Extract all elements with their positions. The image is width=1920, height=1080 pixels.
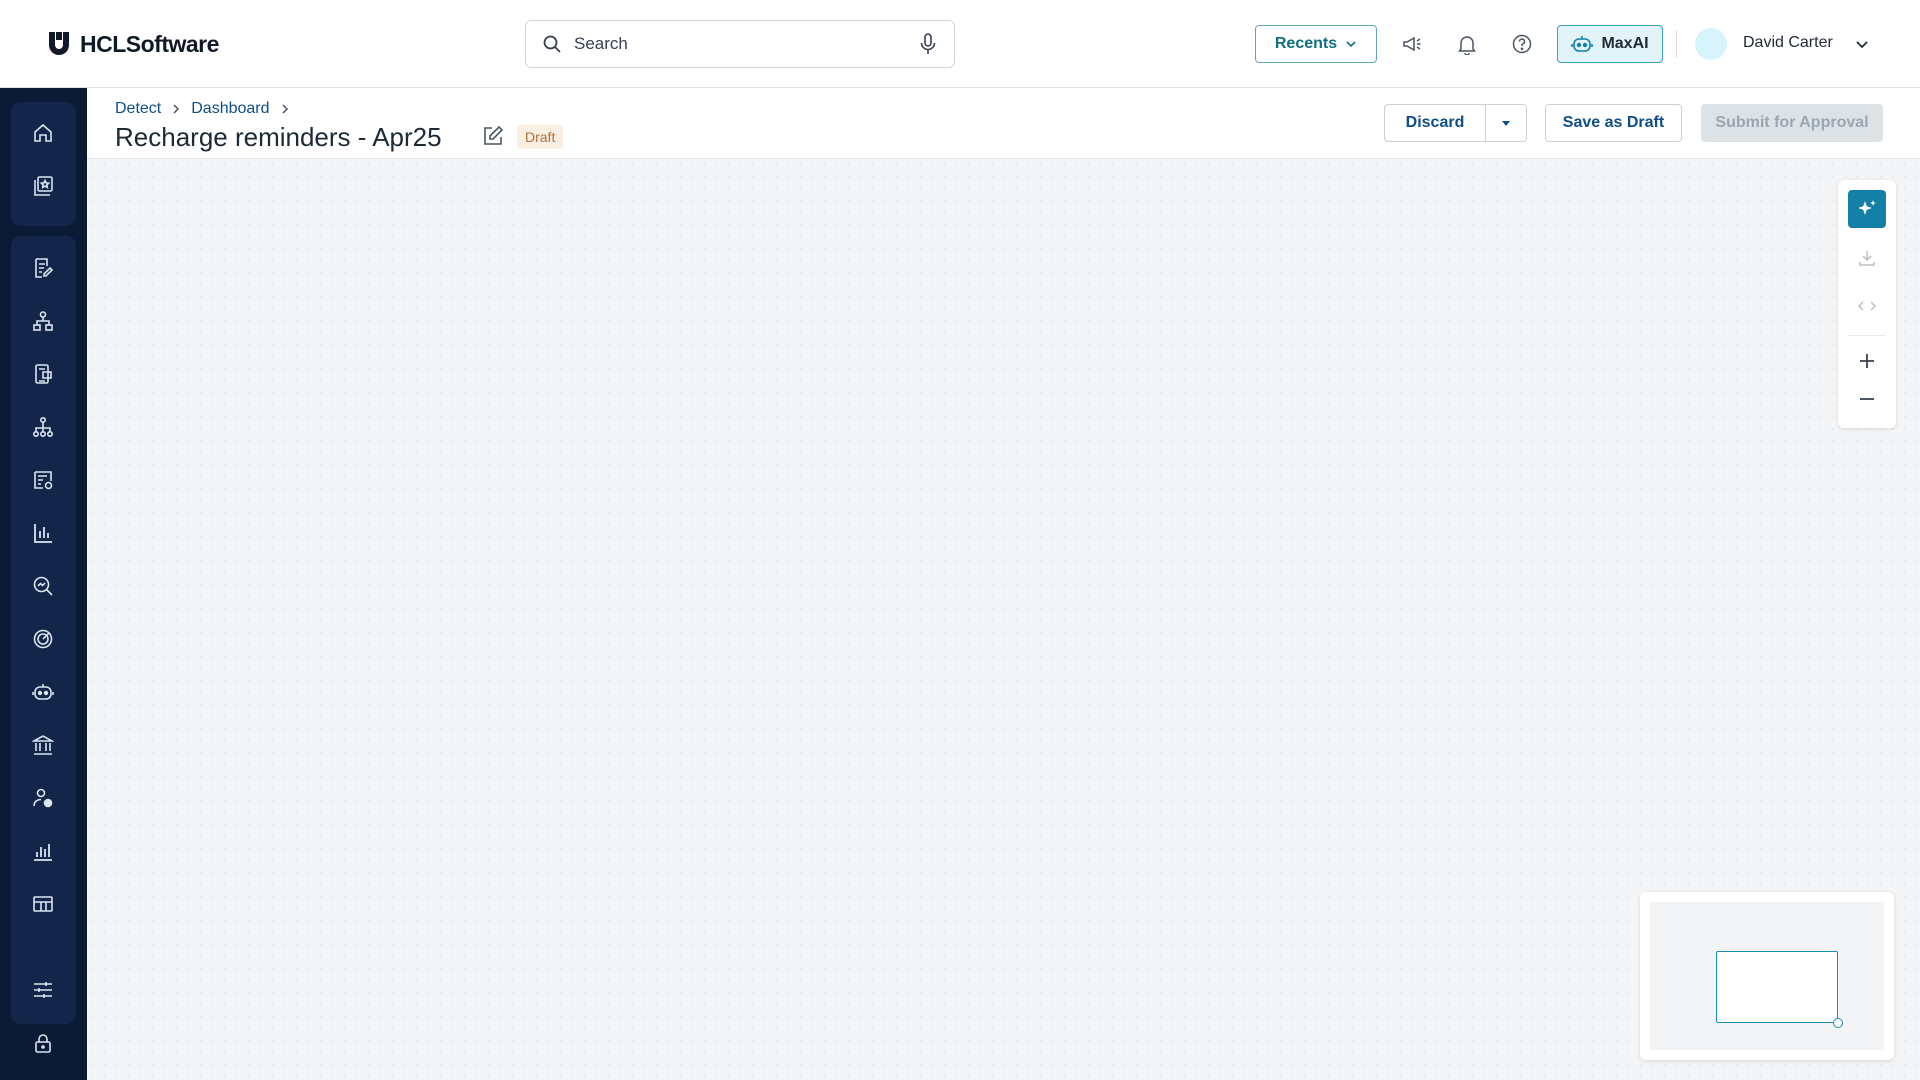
sidebar-item-home[interactable] (22, 112, 64, 154)
sidebar-item-ai[interactable] (22, 671, 64, 713)
zoom-out-button[interactable] (1848, 380, 1886, 418)
status-badge: Draft (517, 125, 564, 149)
hierarchy-icon (32, 310, 54, 332)
sidebar-item-analytics[interactable] (22, 830, 64, 872)
chevron-right-icon (278, 102, 292, 116)
breadcrumb-detect[interactable]: Detect (115, 100, 161, 118)
minimap-area (1650, 902, 1884, 1050)
maxai-button[interactable]: MaxAI (1557, 25, 1663, 63)
hcl-logo[interactable]: HCLSoftware (46, 28, 219, 60)
help-icon[interactable] (1507, 29, 1537, 59)
chevron-down-icon (1345, 38, 1357, 50)
code-view-button[interactable] (1848, 287, 1886, 325)
avatar[interactable] (1695, 28, 1727, 60)
sidebar-item-security[interactable] (22, 1022, 64, 1064)
star-document-icon (32, 175, 54, 197)
document-copy-icon (32, 363, 54, 385)
search-icon (540, 32, 564, 56)
recents-dropdown[interactable]: Recents (1255, 25, 1377, 63)
settings-list-icon (32, 469, 54, 491)
announcement-icon[interactable] (1397, 29, 1427, 59)
header-divider (1676, 30, 1677, 58)
save-as-draft-button[interactable]: Save as Draft (1545, 104, 1682, 142)
sidebar-item-targets[interactable] (22, 618, 64, 660)
plus-icon (1858, 352, 1876, 370)
sidebar-item-insights[interactable] (22, 565, 64, 607)
canvas-minimap[interactable] (1640, 892, 1894, 1060)
sidebar-item-documents[interactable] (22, 353, 64, 395)
org-tree-icon (32, 416, 54, 438)
sparkle-icon (1856, 198, 1878, 220)
top-header: HCLSoftware Recents (0, 0, 1920, 88)
page-title: Recharge reminders - Apr25 (115, 122, 442, 152)
discard-button[interactable]: Discard (1384, 104, 1486, 142)
edit-icon (482, 125, 504, 147)
breadcrumb-dashboard[interactable]: Dashboard (191, 100, 269, 118)
bar-chart-icon (32, 522, 54, 544)
sidebar-item-edit[interactable] (22, 247, 64, 289)
sidebar-item-org-tree[interactable] (22, 406, 64, 448)
hcl-logo-icon (46, 30, 72, 58)
sidebar-item-favorites[interactable] (22, 165, 64, 207)
minimap-viewport[interactable] (1716, 951, 1843, 1028)
lock-icon (32, 1032, 54, 1054)
user-settings-icon (32, 787, 54, 809)
submit-for-approval-button[interactable]: Submit for Approval (1701, 104, 1883, 142)
sliders-icon (32, 979, 54, 1001)
sidebar (0, 88, 87, 1080)
search-input[interactable] (574, 34, 916, 54)
breadcrumb: Detect Dashboard (115, 100, 292, 118)
code-icon (1856, 298, 1878, 314)
chevron-down-icon[interactable] (1850, 32, 1874, 56)
chevron-right-icon (169, 102, 183, 116)
edit-list-icon (32, 257, 54, 279)
logo-text: HCLSoftware (80, 30, 219, 57)
target-icon (32, 628, 54, 650)
recents-label: Recents (1274, 35, 1338, 52)
zoom-in-button[interactable] (1848, 342, 1886, 380)
robot-icon (1571, 34, 1594, 54)
sidebar-item-finance[interactable] (22, 724, 64, 766)
robot-icon (31, 681, 55, 703)
notification-bell-icon[interactable] (1452, 29, 1482, 59)
table-icon (32, 893, 54, 915)
download-button[interactable] (1848, 239, 1886, 277)
maxai-label: MaxAI (1601, 35, 1649, 52)
ai-assist-button[interactable] (1848, 190, 1886, 228)
bank-icon (32, 734, 54, 756)
sidebar-item-tables[interactable] (22, 883, 64, 925)
sidebar-item-hierarchy[interactable] (22, 300, 64, 342)
download-icon (1857, 248, 1877, 268)
caret-down-icon (1501, 119, 1511, 127)
toolbar-divider (1848, 335, 1886, 336)
sidebar-item-users[interactable] (22, 777, 64, 819)
sidebar-item-settings[interactable] (22, 969, 64, 1011)
user-name[interactable]: David Carter (1743, 34, 1833, 52)
global-search[interactable] (525, 20, 955, 68)
discard-options-button[interactable] (1485, 104, 1527, 142)
home-icon (32, 122, 54, 144)
microphone-icon[interactable] (916, 32, 940, 56)
edit-title-button[interactable] (478, 121, 508, 151)
sidebar-item-configuration[interactable] (22, 459, 64, 501)
page-header: Detect Dashboard Recharge reminders - Ap… (87, 88, 1920, 159)
search-analytics-icon (32, 575, 54, 597)
canvas-toolbar (1838, 180, 1896, 428)
minus-icon (1858, 390, 1876, 408)
analytics-icon (32, 840, 54, 862)
sidebar-item-reports[interactable] (22, 512, 64, 554)
minimap-resize-handle[interactable] (1833, 1018, 1843, 1028)
